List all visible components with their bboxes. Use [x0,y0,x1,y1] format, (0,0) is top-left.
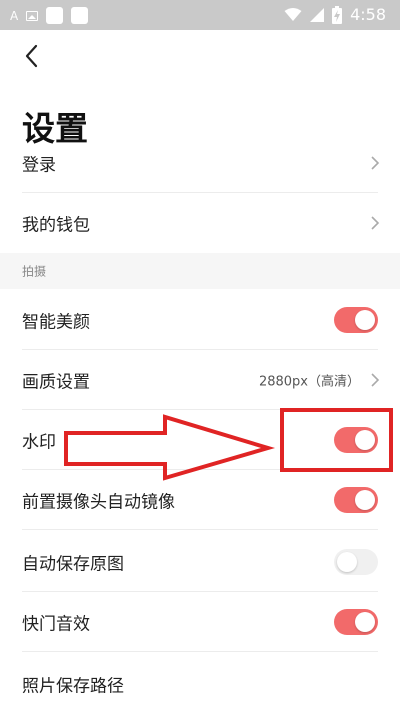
row-divider [22,529,378,530]
smart-beauty-toggle[interactable] [334,307,378,333]
row-label: 自动保存原图 [22,554,124,575]
row-label: 水印 [22,432,56,453]
row-label: 登录 [22,155,56,176]
row-label: 智能美颜 [22,312,90,333]
font-icon: A [10,8,19,23]
account-row-wallet[interactable]: 我的钱包 [0,193,400,253]
toggle-knob [337,552,357,572]
row-label: 前置摄像头自动镜像 [22,492,175,513]
front-mirror-toggle[interactable] [334,487,378,513]
status-bar: A 4:58 [0,0,400,30]
row-label: 画质设置 [22,372,90,393]
row-label: 照片保存路径 [22,676,124,697]
notification-square-icon [71,7,89,24]
chevron-right-icon [371,373,380,387]
row-label: 快门音效 [22,614,90,635]
chevron-right-icon [371,156,380,170]
setting-row-save-path[interactable]: 照片保存路径 [0,654,400,714]
wifi-icon [284,7,302,21]
section-header-shooting: 拍摄 [0,253,400,289]
setting-row-quality[interactable]: 画质设置 2880px（高清） [0,350,400,410]
image-icon [26,10,39,21]
toggle-knob [355,490,375,510]
toggle-knob [355,310,375,330]
chevron-right-icon [371,216,380,230]
status-left-icons: A [10,7,89,24]
status-right-icons: 4:58 [284,5,386,24]
setting-row-smart-beauty[interactable]: 智能美颜 [0,290,400,350]
save-original-toggle[interactable] [334,549,378,575]
row-divider [22,651,378,652]
row-label: 我的钱包 [22,215,90,236]
login-row-clip: 登录 [0,145,400,193]
quality-value: 2880px（高清） [258,374,360,390]
section-label: 拍摄 [22,264,47,279]
status-time: 4:58 [350,5,386,24]
annotation-highlight-box [280,408,393,472]
shutter-sound-toggle[interactable] [334,609,378,635]
setting-row-shutter-sound[interactable]: 快门音效 [0,592,400,652]
signal-icon [310,7,325,22]
toggle-knob [355,612,375,632]
page-title: 设置 [22,109,88,148]
battery-charging-icon [332,5,343,24]
notification-square-icon [46,7,64,24]
setting-row-save-original[interactable]: 自动保存原图 [0,532,400,592]
setting-row-front-mirror[interactable]: 前置摄像头自动镜像 [0,470,400,530]
back-arrow-icon[interactable] [18,40,48,72]
account-row-login[interactable]: 登录 [0,145,400,193]
